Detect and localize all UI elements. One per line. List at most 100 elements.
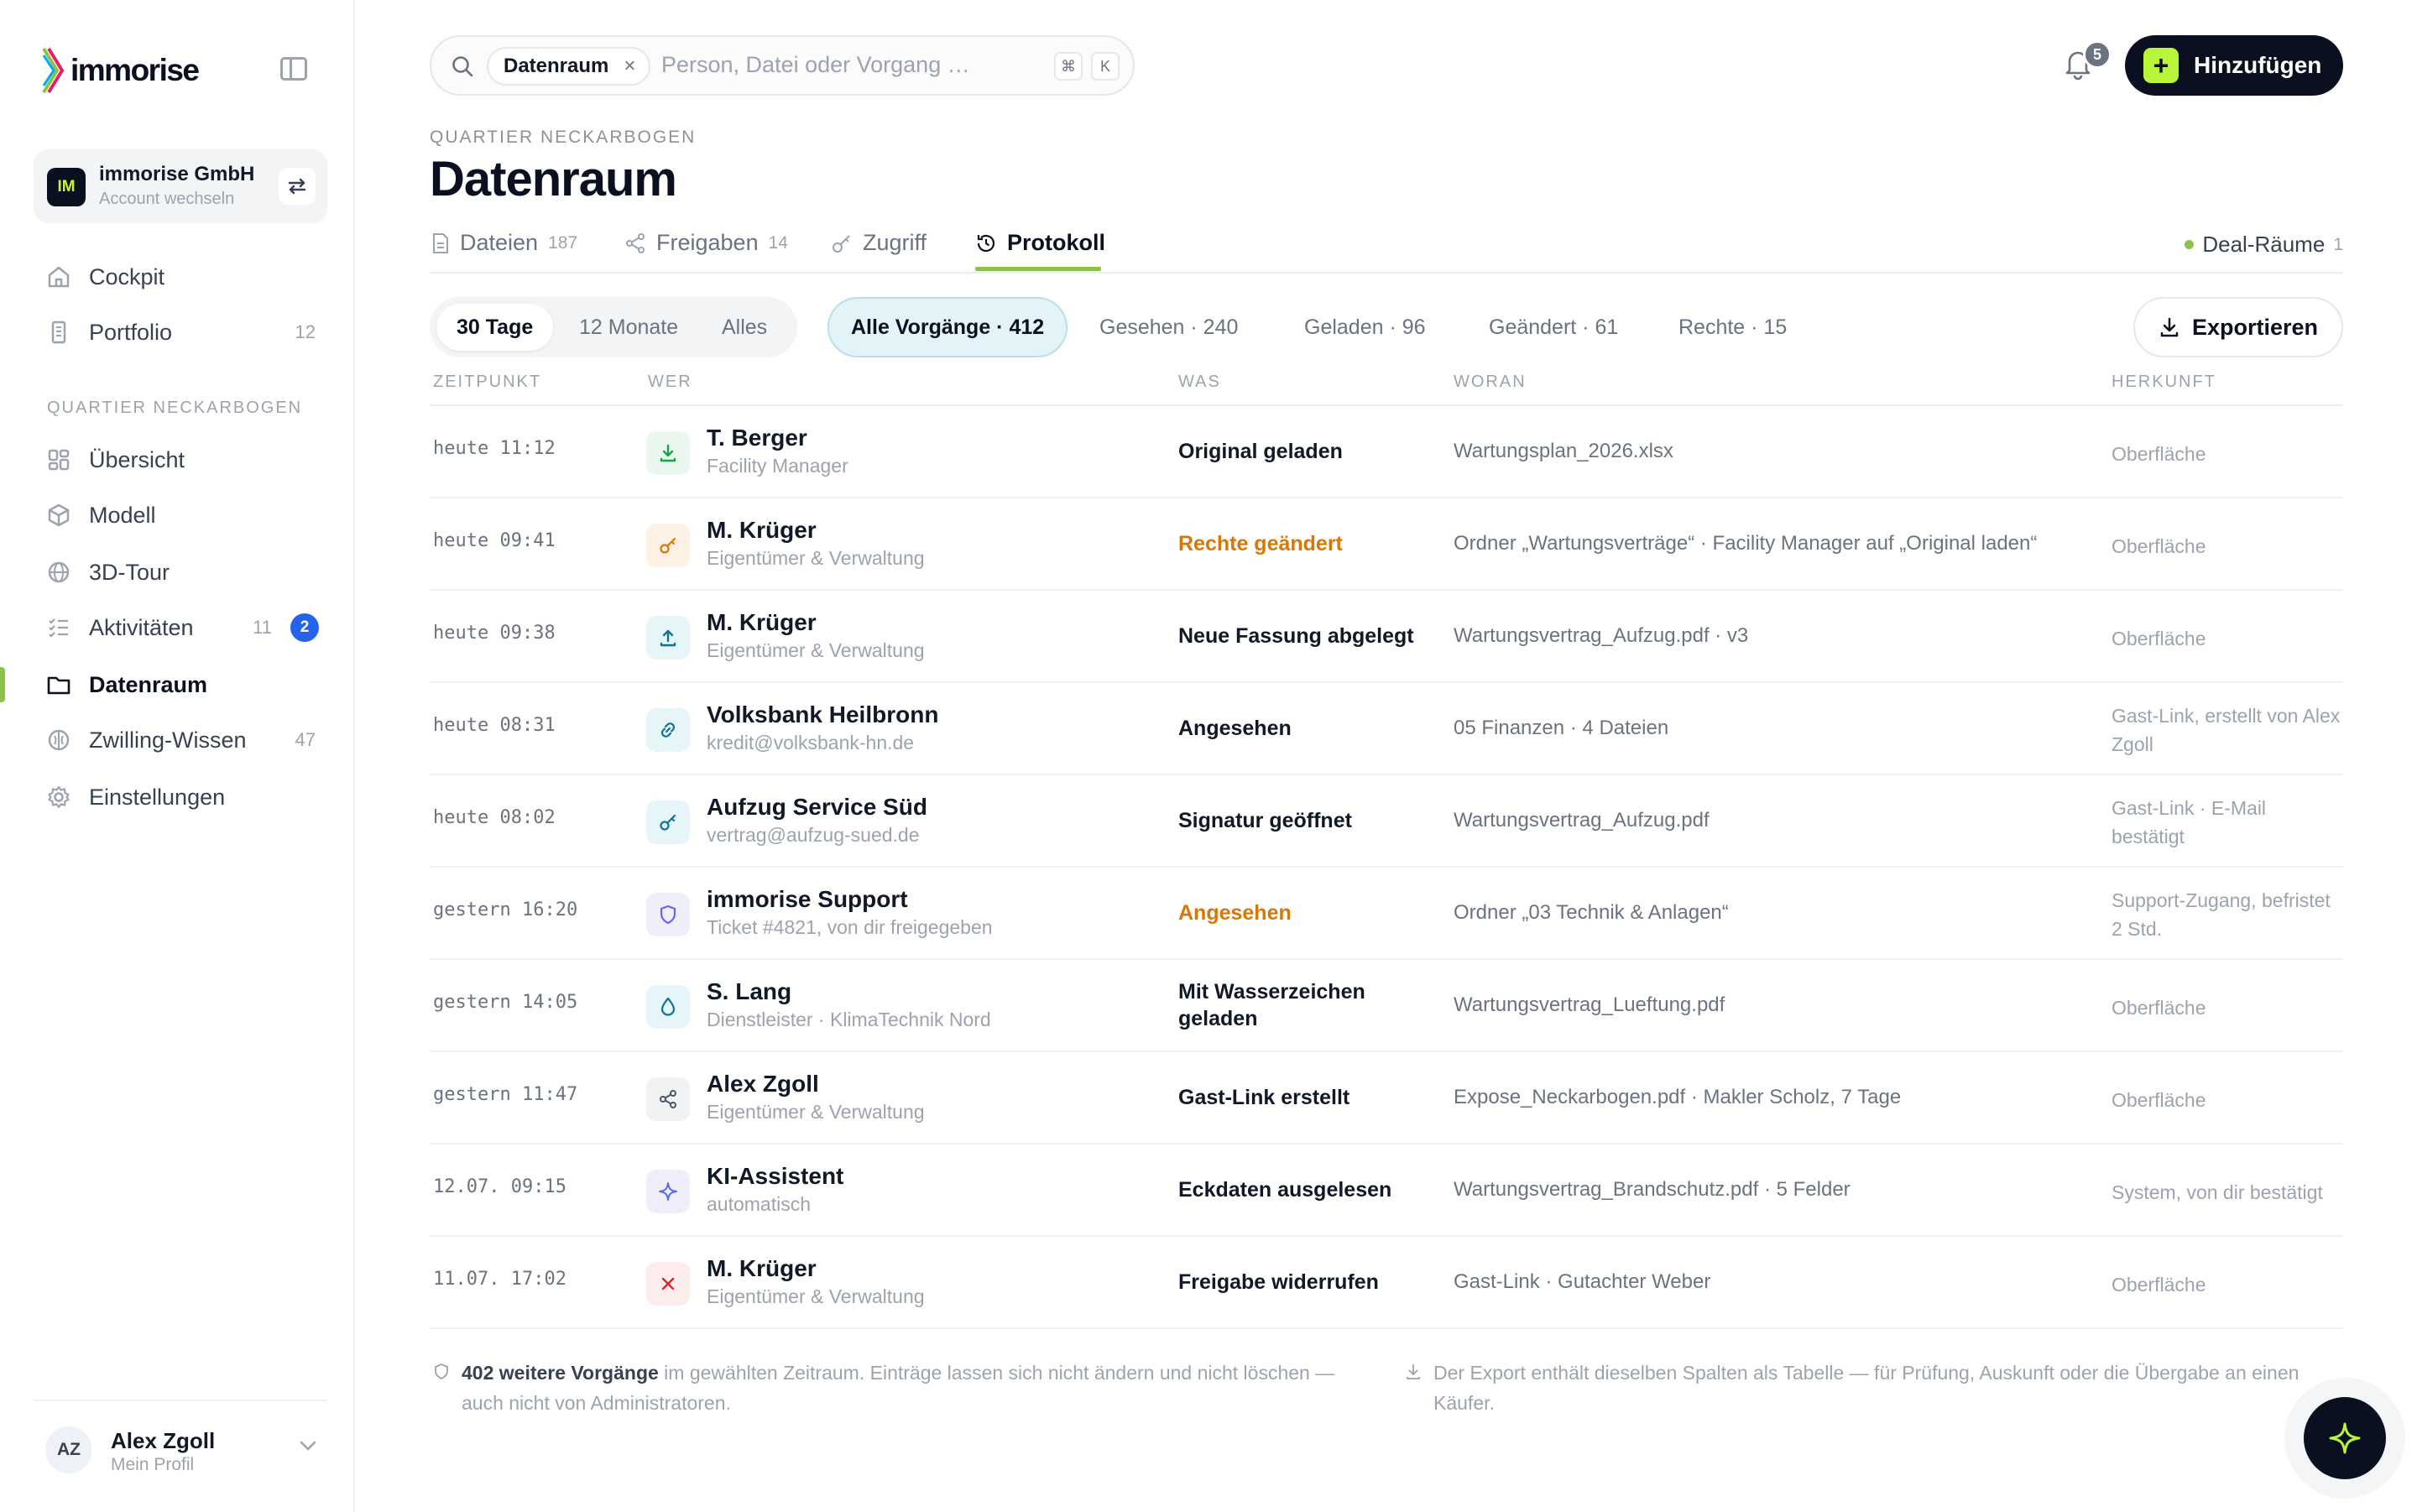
range-all[interactable]: Alles bbox=[702, 304, 787, 351]
tab-count: 14 bbox=[768, 232, 788, 253]
row-time: heute 08:02 bbox=[433, 807, 556, 828]
filter-downloaded[interactable]: Geladen · 96 bbox=[1282, 297, 1448, 357]
switch-arrows-icon[interactable] bbox=[279, 168, 316, 205]
sidebar-item-overview[interactable]: Übersicht bbox=[34, 436, 327, 483]
sidebar-item-twin-knowledge[interactable]: Zwilling-Wissen 47 bbox=[34, 717, 327, 764]
search-scope-chip[interactable]: Datenraum × bbox=[487, 47, 651, 86]
filter-all-events[interactable]: Alle Vorgänge · 412 bbox=[827, 297, 1068, 357]
sidebar: immorise IM immorise GmbH Account wechse… bbox=[0, 0, 355, 1512]
download-icon bbox=[2160, 317, 2179, 337]
table-row[interactable]: heute 08:31 Volksbank Heilbronn kredit@v… bbox=[430, 683, 2343, 775]
row-target[interactable]: Expose_Neckarbogen.pdf · Makler Scholz, … bbox=[1454, 1086, 1901, 1109]
sidebar-item-dataroom[interactable]: Datenraum bbox=[34, 661, 327, 708]
row-action: Eckdaten ausgelesen bbox=[1178, 1178, 1392, 1202]
filter-changed[interactable]: Geändert · 61 bbox=[1467, 297, 1640, 357]
row-actor[interactable]: Aufzug Service Süd bbox=[707, 794, 927, 821]
search-bar[interactable]: Datenraum × Person, Datei oder Vorgang …… bbox=[430, 35, 1135, 96]
notifications-button[interactable]: 5 bbox=[2063, 40, 2112, 85]
deal-rooms-link[interactable]: Deal-Räume 1 bbox=[2185, 232, 2343, 258]
row-actor[interactable]: M. Krüger bbox=[707, 609, 817, 636]
row-target[interactable]: Ordner „03 Technik & Anlagen“ bbox=[1454, 901, 1729, 925]
globe-icon bbox=[45, 559, 72, 586]
row-time: gestern 16:20 bbox=[433, 899, 578, 920]
tab-files[interactable]: Dateien 187 bbox=[431, 230, 577, 256]
sidebar-item-label: Portfolio bbox=[89, 319, 173, 345]
chevron-down-icon bbox=[300, 1441, 316, 1451]
app-window: immorise IM immorise GmbH Account wechse… bbox=[0, 0, 2417, 1512]
row-actor[interactable]: KI-Assistent bbox=[707, 1163, 843, 1190]
column-header-where: WORAN bbox=[1454, 373, 1527, 391]
table-row[interactable]: heute 11:12 T. Berger Facility Manager O… bbox=[430, 406, 2343, 498]
row-time: heute 09:38 bbox=[433, 623, 556, 644]
table-row[interactable]: 11.07. 17:02 M. Krüger Eigentümer & Verw… bbox=[430, 1237, 2343, 1329]
close-icon[interactable]: × bbox=[624, 49, 635, 84]
sidebar-item-activities[interactable]: Aktivitäten 11 2 bbox=[34, 604, 327, 651]
row-target[interactable]: Wartungsvertrag_Lueftung.pdf bbox=[1454, 993, 1725, 1017]
search-input[interactable]: Person, Datei oder Vorgang … bbox=[661, 52, 970, 78]
tab-log[interactable]: Protokoll bbox=[975, 230, 1105, 256]
tab-access[interactable]: Zugriff bbox=[831, 230, 927, 256]
row-actor[interactable]: Alex Zgoll bbox=[707, 1071, 819, 1098]
account-avatar: IM bbox=[47, 168, 86, 206]
filter-permissions[interactable]: Rechte · 15 bbox=[1657, 297, 1809, 357]
range-12-months[interactable]: 12 Monate bbox=[559, 304, 698, 351]
table-row[interactable]: gestern 14:05 S. Lang Dienstleister · Kl… bbox=[430, 960, 2343, 1052]
filter-viewed[interactable]: Gesehen · 240 bbox=[1078, 297, 1260, 357]
brand-logo[interactable]: immorise bbox=[42, 47, 200, 94]
row-actor-role: Eigentümer & Verwaltung bbox=[707, 1101, 925, 1123]
building-icon bbox=[45, 319, 72, 346]
row-target[interactable]: Wartungsplan_2026.xlsx bbox=[1454, 440, 1673, 463]
row-actor[interactable]: M. Krüger bbox=[707, 517, 817, 544]
range-30-days[interactable]: 30 Tage bbox=[436, 304, 554, 351]
row-target[interactable]: Wartungsvertrag_Aufzug.pdf · v3 bbox=[1454, 624, 1748, 648]
sidebar-item-label: Modell bbox=[89, 502, 156, 528]
sidebar-item-settings[interactable]: Einstellungen bbox=[34, 774, 327, 821]
cube-icon bbox=[45, 502, 72, 529]
row-target[interactable]: Gast-Link · Gutachter Weber bbox=[1454, 1270, 1710, 1294]
tab-label: Freigaben bbox=[656, 230, 759, 255]
sidebar-item-cockpit[interactable]: Cockpit bbox=[34, 253, 327, 300]
ai-assistant-button[interactable] bbox=[2284, 1378, 2405, 1499]
row-target[interactable]: Wartungsvertrag_Brandschutz.pdf · 5 Feld… bbox=[1454, 1178, 1851, 1202]
row-action: Signatur geöffnet bbox=[1178, 809, 1352, 832]
sidebar-item-portfolio[interactable]: Portfolio 12 bbox=[34, 309, 327, 356]
table-row[interactable]: heute 09:38 M. Krüger Eigentümer & Verwa… bbox=[430, 591, 2343, 683]
table-row[interactable]: 12.07. 09:15 KI-Assistent automatisch Ec… bbox=[430, 1144, 2343, 1237]
row-action: Angesehen bbox=[1178, 901, 1292, 925]
page-kicker: QUARTIER NECKARBOGEN bbox=[430, 128, 697, 147]
download-icon bbox=[1407, 1364, 1420, 1379]
export-button[interactable]: Exportieren bbox=[2133, 297, 2343, 357]
row-actor[interactable]: S. Lang bbox=[707, 978, 791, 1005]
table-row[interactable]: heute 08:02 Aufzug Service Süd vertrag@a… bbox=[430, 775, 2343, 868]
row-origin: Oberfläche bbox=[2112, 1089, 2206, 1111]
ai-assistant-button-inner bbox=[2304, 1397, 2386, 1479]
sidebar-item-count: 47 bbox=[295, 729, 316, 750]
logo-mark-icon bbox=[42, 47, 65, 94]
export-note: Der Export enthält dieselben Spalten als… bbox=[1407, 1358, 2323, 1418]
sidebar-toggle-icon[interactable] bbox=[280, 57, 307, 81]
table-row[interactable]: heute 09:41 M. Krüger Eigentümer & Verwa… bbox=[430, 498, 2343, 591]
user-menu[interactable]: AZ Alex Zgoll Mein Profil bbox=[34, 1400, 327, 1483]
sparkle-icon bbox=[2329, 1422, 2361, 1454]
row-actor[interactable]: T. Berger bbox=[707, 425, 807, 451]
table-row[interactable]: gestern 11:47 Alex Zgoll Eigentümer & Ve… bbox=[430, 1052, 2343, 1144]
row-target[interactable]: 05 Finanzen · 4 Dateien bbox=[1454, 717, 1668, 740]
row-target[interactable]: Wartungsvertrag_Aufzug.pdf bbox=[1454, 809, 1710, 832]
row-actor[interactable]: Volksbank Heilbronn bbox=[707, 701, 938, 728]
account-switcher[interactable]: IM immorise GmbH Account wechseln bbox=[34, 149, 327, 223]
row-actor[interactable]: immorise Support bbox=[707, 886, 908, 913]
key-icon bbox=[646, 524, 690, 567]
search-scope-label: Datenraum bbox=[504, 55, 609, 77]
table-row[interactable]: gestern 16:20 immorise Support Ticket #4… bbox=[430, 868, 2343, 960]
deal-rooms-count: 1 bbox=[2333, 234, 2343, 254]
tab-shares[interactable]: Freigaben 14 bbox=[624, 230, 788, 256]
active-indicator bbox=[0, 667, 5, 702]
account-name: immorise GmbH bbox=[99, 163, 255, 185]
row-actor[interactable]: M. Krüger bbox=[707, 1255, 817, 1282]
sidebar-item-3d-tour[interactable]: 3D-Tour bbox=[34, 549, 327, 596]
sidebar-item-count: 11 bbox=[253, 617, 272, 638]
more-events-count: 402 weitere Vorgänge bbox=[462, 1362, 659, 1384]
row-target[interactable]: Ordner „Wartungsverträge“ · Facility Man… bbox=[1454, 532, 2037, 555]
sidebar-item-model[interactable]: Modell bbox=[34, 492, 327, 539]
add-button[interactable]: + Hinzufügen bbox=[2125, 35, 2343, 96]
